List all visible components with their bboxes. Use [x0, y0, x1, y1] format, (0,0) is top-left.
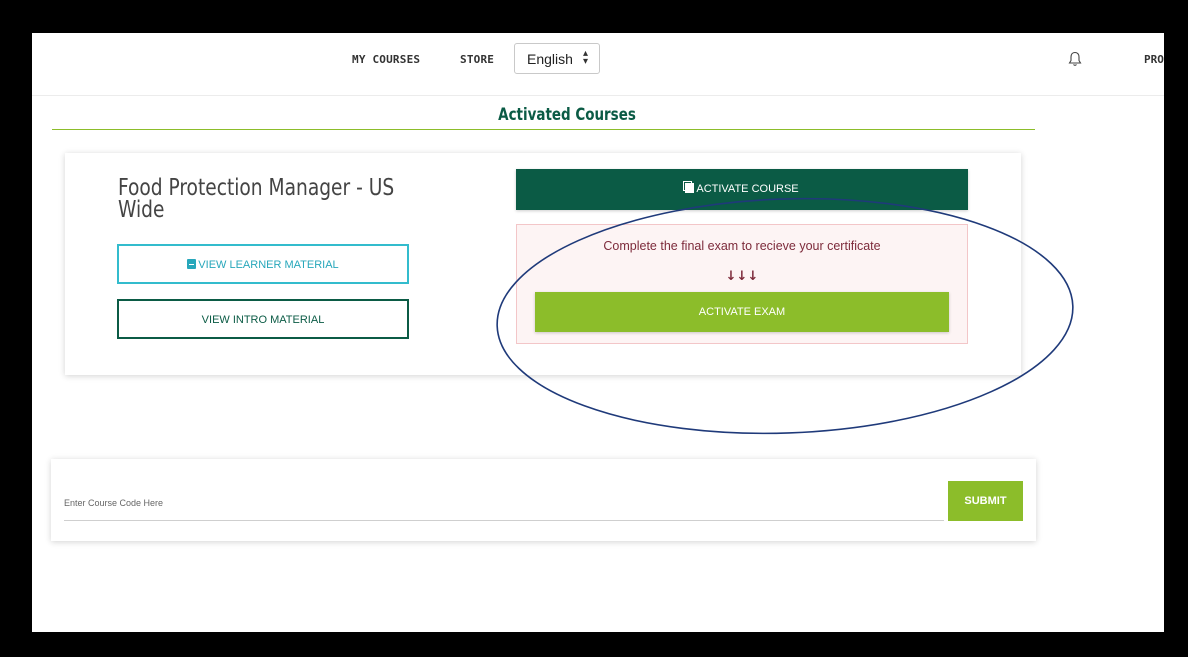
language-value: English: [527, 51, 573, 67]
app-window: MY COURSES STORE English ▴ ▾ PRO Activate…: [32, 33, 1164, 632]
sort-caret-icon: ▴ ▾: [582, 48, 588, 67]
language-select[interactable]: English ▴ ▾: [514, 43, 600, 74]
view-learner-material-label: VIEW LEARNER MATERIAL: [198, 259, 339, 271]
course-title: Food Protection Manager - US Wide: [118, 175, 395, 223]
nav-my-courses[interactable]: MY COURSES: [352, 53, 420, 66]
activate-course-label: ACTIVATE COURSE: [696, 183, 799, 195]
course-card: Food Protection Manager - US Wide VIEW L…: [65, 153, 1021, 375]
view-learner-material-button[interactable]: VIEW LEARNER MATERIAL: [117, 244, 409, 284]
view-intro-material-button[interactable]: VIEW INTRO MATERIAL: [117, 299, 409, 339]
view-intro-material-label: VIEW INTRO MATERIAL: [201, 314, 325, 326]
submit-button[interactable]: SUBMIT: [948, 481, 1023, 521]
copy-icon: [685, 183, 695, 193]
bell-icon[interactable]: [1068, 51, 1082, 67]
title-divider: [52, 129, 1035, 130]
activate-exam-button[interactable]: ACTIVATE EXAM: [535, 292, 949, 332]
exam-alert-box: Complete the final exam to recieve your …: [516, 224, 968, 344]
nav-profile[interactable]: PRO: [1144, 53, 1164, 66]
course-code-card: SUBMIT: [51, 459, 1036, 541]
top-navigation: MY COURSES STORE English ▴ ▾ PRO: [32, 33, 1164, 96]
nav-store[interactable]: STORE: [460, 53, 494, 66]
page-title: Activated Courses: [498, 105, 636, 125]
exam-message: Complete the final exam to recieve your …: [603, 239, 881, 253]
course-code-input[interactable]: [64, 486, 944, 521]
down-arrows-icon: ↓↓↓: [725, 269, 759, 284]
activate-course-button[interactable]: ACTIVATE COURSE: [516, 169, 968, 210]
book-icon: [187, 259, 197, 269]
